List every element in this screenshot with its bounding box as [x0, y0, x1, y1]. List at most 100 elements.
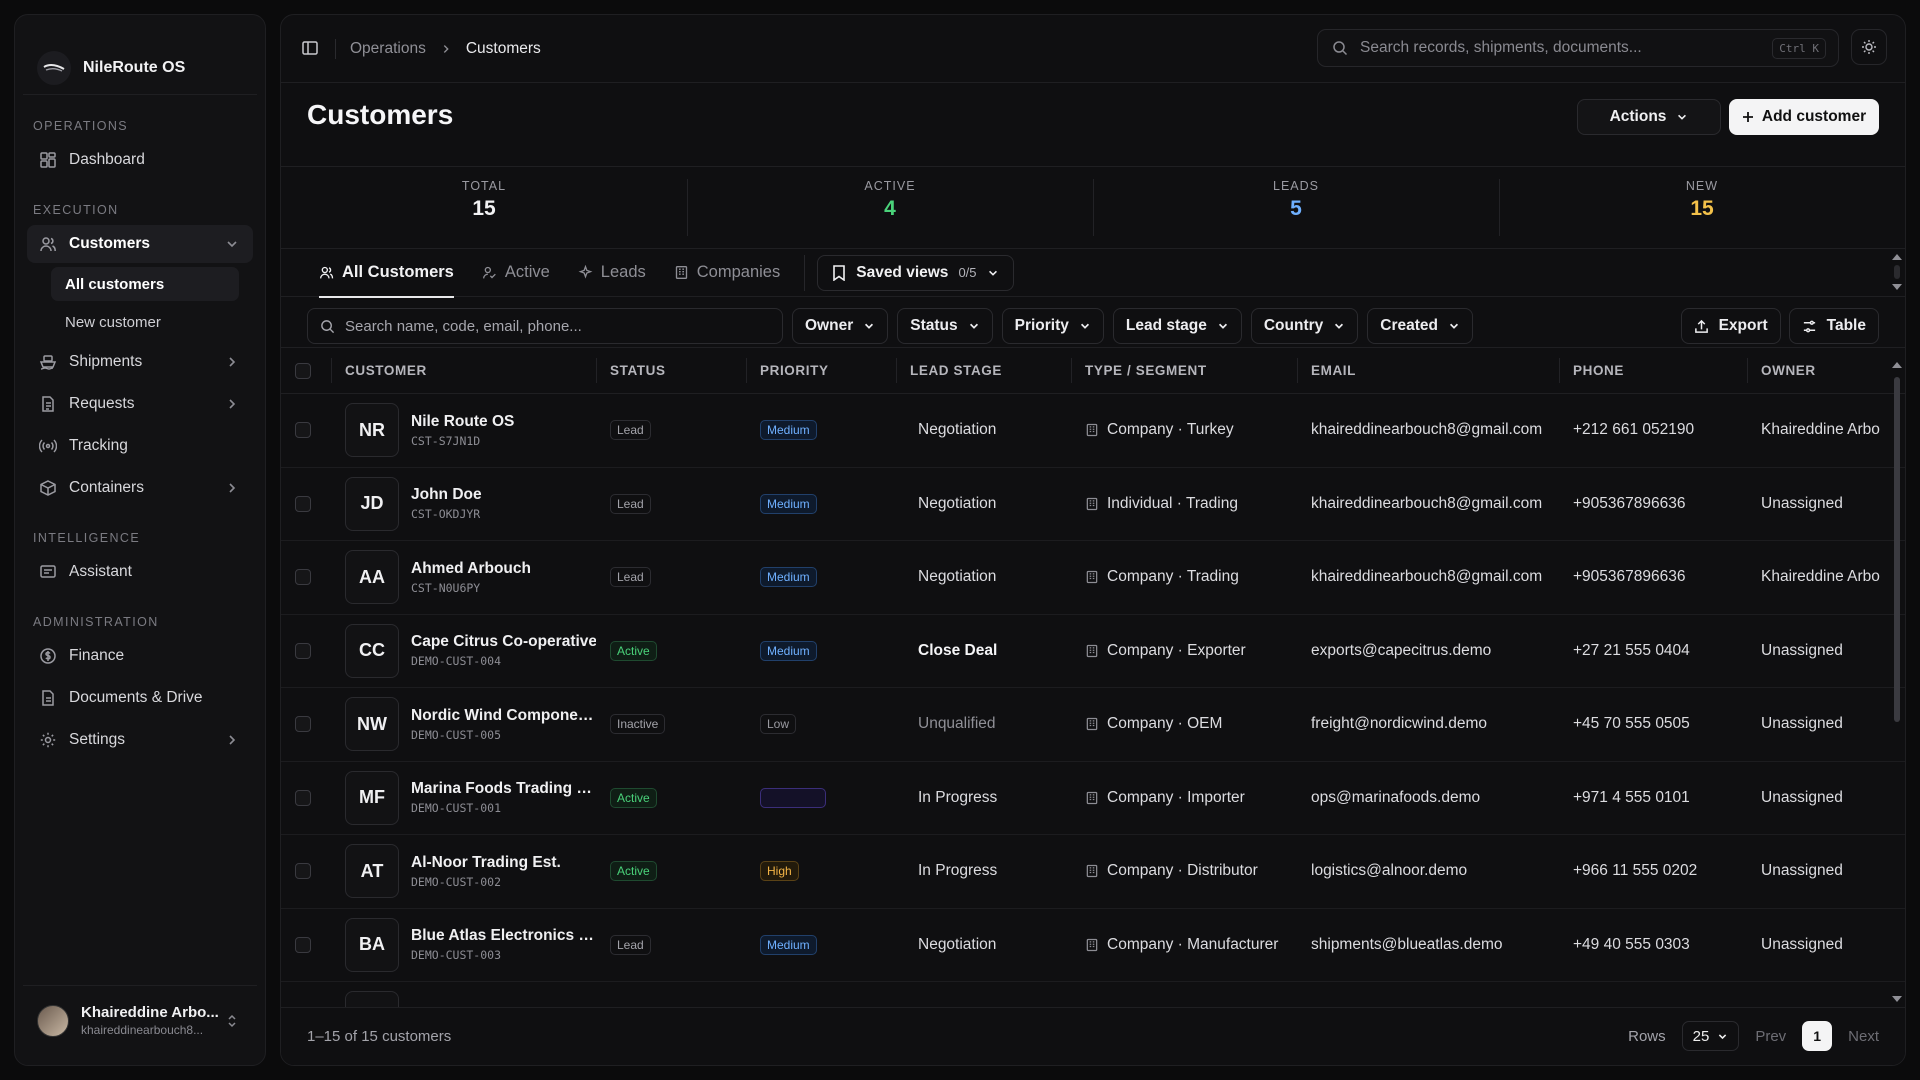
email-cell[interactable]: khaireddinearbouch8@gmail.com	[1297, 540, 1559, 615]
sidebar-item-assistant[interactable]: Assistant	[27, 553, 253, 591]
phone-cell: +966 11 555 0202	[1559, 834, 1747, 909]
column-header-phone[interactable]: PHONE	[1559, 347, 1747, 394]
customer-cell[interactable]: AT Al-Noor Trading Est. DEMO-CUST-002	[331, 834, 596, 909]
customer-cell[interactable]: JD John Doe CST-OKDJYR	[331, 467, 596, 541]
column-header-type[interactable]: TYPE / SEGMENT	[1071, 347, 1297, 394]
table-row[interactable]: Hassan Mohammed Al-Ra...	[281, 981, 1905, 1007]
table-row[interactable]: AT Al-Noor Trading Est. DEMO-CUST-002 Activ…	[281, 834, 1905, 909]
filter-priority[interactable]: Priority	[1001, 308, 1104, 344]
table-view-button[interactable]: Table	[1788, 308, 1879, 344]
add-customer-button[interactable]: Add customer	[1729, 99, 1879, 135]
row-checkbox[interactable]	[295, 422, 311, 439]
column-header-status[interactable]: STATUS	[596, 347, 746, 394]
customer-name[interactable]: Nile Route OS	[411, 413, 514, 431]
sidebar-item-finance[interactable]: Finance	[27, 637, 253, 675]
table-row[interactable]: AA Ahmed Arbouch CST-N0U6PY Lead Medium Negot…	[281, 540, 1905, 615]
email-cell[interactable]: khaireddinearbouch8@gmail.com	[1297, 393, 1559, 468]
sidebar-item-dashboard[interactable]: Dashboard	[27, 141, 253, 179]
table-row[interactable]: CC Cape Citrus Co-operative DEMO-CUST-004 A…	[281, 614, 1905, 688]
tab-leads[interactable]: Leads	[578, 249, 646, 297]
prev-page-button[interactable]: Prev	[1755, 1028, 1786, 1045]
sidebar-toggle-button[interactable]	[301, 39, 321, 59]
column-header-customer[interactable]: CUSTOMER	[331, 347, 596, 394]
row-checkbox[interactable]	[295, 642, 311, 659]
customer-name[interactable]: Nordic Wind Components ...	[411, 707, 596, 725]
customer-cell[interactable]: CC Cape Citrus Co-operative DEMO-CUST-004	[331, 614, 596, 688]
row-checkbox[interactable]	[295, 569, 311, 586]
breadcrumb-operations[interactable]: Operations	[350, 40, 426, 58]
sidebar-item-requests[interactable]: Requests	[27, 385, 253, 423]
user-menu[interactable]: Khaireddine Arbo... khaireddinearbouch8.…	[23, 985, 257, 1055]
email-cell[interactable]: exports@capecitrus.demo	[1297, 614, 1559, 688]
tabs-scrollbar[interactable]	[1891, 251, 1903, 295]
customer-cell[interactable]: AA Ahmed Arbouch CST-N0U6PY	[331, 540, 596, 615]
sidebar-item-customers[interactable]: Customers	[27, 225, 253, 263]
email-cell[interactable]: logistics@alnoor.demo	[1297, 834, 1559, 909]
tab-companies[interactable]: Companies	[674, 249, 780, 297]
table-row[interactable]: JD John Doe CST-OKDJYR Lead Medium Negotiatio…	[281, 467, 1905, 541]
email-cell[interactable]: shipments@blueatlas.demo	[1297, 908, 1559, 982]
tabs-row: All Customers Active Leads Companies Sav…	[281, 249, 1905, 298]
sidebar-item-documents[interactable]: Documents & Drive	[27, 679, 253, 717]
sidebar-item-settings[interactable]: Settings	[27, 721, 253, 759]
sidebar-item-shipments[interactable]: Shipments	[27, 343, 253, 381]
customer-cell[interactable]: NR Nile Route OS CST-S7JN1D	[331, 393, 596, 468]
chevron-down-icon	[1218, 323, 1227, 329]
column-header-email[interactable]: EMAIL	[1297, 347, 1559, 394]
filter-created[interactable]: Created	[1367, 308, 1473, 344]
export-button[interactable]: Export	[1680, 308, 1781, 344]
row-checkbox[interactable]	[295, 936, 311, 953]
next-page-button[interactable]: Next	[1848, 1028, 1879, 1045]
customer-name[interactable]: Marina Foods Trading LLC	[411, 780, 596, 798]
filter-status[interactable]: Status	[897, 308, 993, 344]
scrollbar-thumb[interactable]	[1894, 377, 1900, 722]
column-header-lead-stage[interactable]: LEAD STAGE	[896, 347, 1071, 394]
sidebar-item-tracking[interactable]: Tracking	[27, 427, 253, 465]
row-select-cell	[281, 614, 331, 688]
email-cell[interactable]: freight@nordicwind.demo	[1297, 687, 1559, 762]
customer-name[interactable]: John Doe	[411, 486, 482, 504]
select-all-checkbox[interactable]	[295, 362, 311, 379]
tab-all-customers[interactable]: All Customers	[319, 249, 454, 298]
customer-name[interactable]: Al-Noor Trading Est.	[411, 854, 561, 872]
email-cell[interactable]	[1297, 981, 1559, 1007]
rows-per-page-select[interactable]: 25	[1681, 1021, 1740, 1051]
customer-search-input[interactable]: Search name, code, email, phone...	[307, 308, 783, 344]
global-search-input[interactable]: Search records, shipments, documents... …	[1317, 29, 1839, 67]
row-checkbox[interactable]	[295, 716, 311, 733]
email-cell[interactable]: khaireddinearbouch8@gmail.com	[1297, 467, 1559, 541]
brand[interactable]: NileRoute OS	[23, 15, 257, 95]
sidebar-item-containers[interactable]: Containers	[27, 469, 253, 507]
page-number-button[interactable]: 1	[1802, 1021, 1833, 1051]
table-row[interactable]: NW Nordic Wind Components ... DEMO-CUST-00…	[281, 687, 1905, 762]
column-header-owner[interactable]: OWNER	[1747, 347, 1905, 394]
row-checkbox[interactable]	[295, 789, 311, 806]
export-label: Export	[1718, 317, 1768, 334]
tab-active[interactable]: Active	[482, 249, 550, 297]
customer-cell[interactable]: NW Nordic Wind Components ... DEMO-CUST-00…	[331, 687, 596, 762]
table-row[interactable]: MF Marina Foods Trading LLC DEMO-CUST-001 A…	[281, 761, 1905, 835]
sidebar-subitem-all-customers[interactable]: All customers	[51, 267, 239, 301]
customer-name[interactable]: Ahmed Arbouch	[411, 560, 531, 578]
theme-toggle-button[interactable]	[1851, 29, 1887, 65]
table-scrollbar[interactable]	[1891, 347, 1903, 1007]
sidebar-subitem-new-customer[interactable]: New customer	[51, 305, 239, 339]
filter-lead-stage[interactable]: Lead stage	[1112, 308, 1242, 344]
table-row[interactable]: BA Blue Atlas Electronics Gm... DEMO-CUST-…	[281, 908, 1905, 982]
saved-views-button[interactable]: Saved views 0/5	[817, 254, 1014, 291]
customer-name[interactable]: Blue Atlas Electronics Gm...	[411, 927, 596, 945]
actions-button[interactable]: Actions	[1577, 99, 1721, 135]
customer-cell[interactable]: MF Marina Foods Trading LLC DEMO-CUST-001	[331, 761, 596, 835]
filter-country[interactable]: Country	[1250, 308, 1359, 344]
row-checkbox[interactable]	[295, 495, 311, 512]
column-header-priority[interactable]: PRIORITY	[746, 347, 896, 394]
row-checkbox[interactable]	[295, 863, 311, 880]
customer-name[interactable]: Cape Citrus Co-operative	[411, 633, 596, 651]
customer-cell[interactable]: Hassan Mohammed Al-Ra...	[331, 981, 596, 1007]
table-row[interactable]: NR Nile Route OS CST-S7JN1D Lead Medium Negot…	[281, 393, 1905, 468]
email-cell[interactable]: ops@marinafoods.demo	[1297, 761, 1559, 835]
owner-cell: Unassigned	[1747, 467, 1905, 541]
customer-cell[interactable]: BA Blue Atlas Electronics Gm... DEMO-CUST-…	[331, 908, 596, 982]
scrollbar-thumb[interactable]	[1894, 265, 1900, 279]
filter-owner[interactable]: Owner	[792, 308, 889, 344]
